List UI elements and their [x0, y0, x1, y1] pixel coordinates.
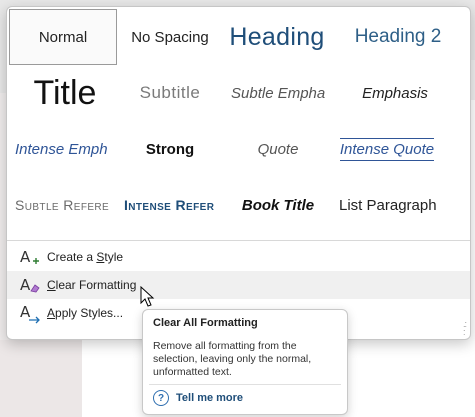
style-heading[interactable]: Heading — [222, 9, 332, 65]
apply-styles-icon: A — [19, 302, 41, 324]
svg-text:A: A — [20, 276, 31, 294]
clear-formatting-icon: A — [19, 274, 41, 296]
style-list-paragraph[interactable]: List Paragraph — [337, 177, 439, 233]
svg-text:A: A — [20, 248, 31, 266]
create-style-icon: A — [19, 246, 41, 268]
gallery-divider — [7, 240, 470, 241]
tooltip-title: Clear All Formatting — [153, 317, 258, 329]
document-side-panel — [0, 340, 82, 417]
clear-formatting-label: Clear Formatting — [47, 278, 137, 292]
style-strong[interactable]: Strong — [115, 121, 225, 177]
clear-formatting-menu-item[interactable]: A Clear Formatting — [7, 271, 470, 299]
tooltip-description: Remove all formatting from the selection… — [153, 340, 312, 378]
style-heading-2[interactable]: Heading 2 — [340, 9, 456, 65]
style-subtle-reference[interactable]: Subtle Refere — [13, 177, 117, 233]
create-style-label: Create a Style — [47, 250, 124, 264]
style-intense-reference[interactable]: Intense Refer — [122, 177, 224, 233]
svg-text:A: A — [20, 303, 31, 321]
style-quote[interactable]: Quote — [223, 121, 333, 177]
styles-gallery: Normal No Spacing Heading Heading 2 Titl… — [6, 6, 471, 340]
style-intense-emphasis[interactable]: Intense Emph — [13, 121, 117, 177]
create-style-menu-item[interactable]: A Create a Style — [7, 243, 470, 271]
style-emphasis[interactable]: Emphasis — [340, 65, 450, 121]
mouse-cursor-icon — [140, 286, 155, 307]
resize-grip-icon[interactable]: .:: — [463, 320, 467, 337]
style-intense-quote-label: Intense Quote — [339, 137, 435, 161]
help-icon: ? — [153, 390, 169, 406]
style-normal[interactable]: Normal — [9, 9, 117, 65]
apply-styles-label: Apply Styles... — [47, 306, 124, 320]
tooltip-divider — [149, 384, 341, 385]
style-no-spacing[interactable]: No Spacing — [115, 9, 225, 65]
style-subtle-emphasis[interactable]: Subtle Empha — [229, 65, 331, 121]
style-subtitle[interactable]: Subtitle — [115, 65, 225, 121]
tell-me-more-label: Tell me more — [176, 392, 244, 404]
clear-formatting-tooltip: Clear All Formatting Remove all formatti… — [142, 309, 348, 415]
style-intense-quote[interactable]: Intense Quote — [338, 121, 436, 177]
style-title[interactable]: Title — [9, 65, 121, 121]
style-book-title[interactable]: Book Title — [223, 177, 333, 233]
tell-me-more-link[interactable]: ? Tell me more — [153, 390, 243, 406]
